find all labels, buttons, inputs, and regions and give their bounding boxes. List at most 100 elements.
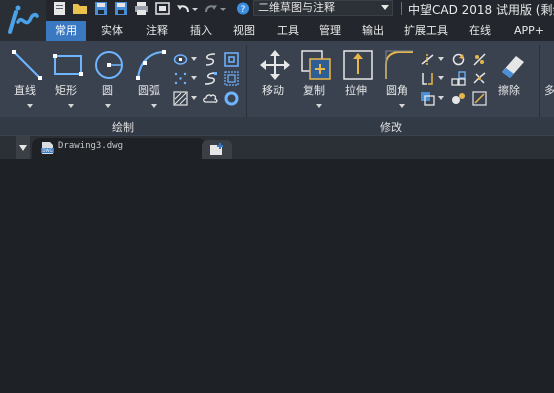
- new-drawing-tab-button[interactable]: [202, 140, 232, 159]
- dwg-file-icon-text: DWG: [42, 148, 52, 153]
- offset-icon[interactable]: [420, 91, 435, 106]
- stretch-icon: [343, 50, 373, 80]
- circle-icon: [95, 51, 123, 79]
- rectangle-label: 矩形: [55, 84, 77, 97]
- title-divider: [401, 2, 402, 15]
- tab-online[interactable]: 在线: [460, 21, 500, 41]
- tab-solid[interactable]: 实体: [92, 21, 132, 41]
- document-tab-menu[interactable]: [16, 136, 30, 159]
- redo-dropdown-icon[interactable]: [219, 1, 227, 16]
- array-icon[interactable]: [451, 71, 466, 86]
- line-label: 直线: [14, 84, 36, 97]
- erase-tool-button[interactable]: [494, 46, 526, 112]
- overflow-panel-label[interactable]: 多: [544, 82, 554, 98]
- fillet-icon: [385, 50, 413, 79]
- chevron-down-icon[interactable]: [151, 104, 157, 108]
- tab-annotate[interactable]: 注释: [137, 21, 177, 41]
- help-icon[interactable]: ?: [236, 1, 250, 16]
- hatch-icon[interactable]: [173, 91, 188, 106]
- modify-panel-title[interactable]: 修改: [380, 119, 402, 135]
- scale-icon[interactable]: [472, 52, 487, 67]
- arc-icon: [136, 50, 166, 80]
- tab-view[interactable]: 视图: [224, 21, 264, 41]
- dwg-file-icon: DWG: [41, 142, 54, 154]
- workspace-select-value: 二维草图与注释: [258, 1, 335, 14]
- chevron-down-icon[interactable]: [27, 104, 33, 108]
- join-icon[interactable]: [451, 91, 466, 106]
- tab-app-plus[interactable]: APP+: [506, 21, 552, 41]
- tab-tools[interactable]: 工具: [268, 21, 308, 41]
- undo-dropdown-icon[interactable]: [191, 1, 199, 16]
- chevron-down-icon[interactable]: [105, 104, 111, 108]
- copy-label: 复制: [303, 84, 325, 97]
- ribbon-tab-row: 常用 实体 注释 插入 视图 工具 管理 输出 扩展工具 在线 APP+: [46, 21, 554, 41]
- fillet-tool-button[interactable]: [380, 46, 416, 112]
- chevron-down-icon[interactable]: [68, 104, 74, 108]
- circle-tool-button[interactable]: [90, 46, 126, 112]
- plot-preview-icon[interactable]: [155, 1, 170, 16]
- rotate-icon[interactable]: [451, 52, 466, 67]
- redo-icon[interactable]: [204, 1, 218, 16]
- circle-label: 圆: [102, 84, 113, 97]
- chevron-down-icon: [381, 5, 389, 10]
- line-icon: [12, 50, 42, 80]
- donut-icon[interactable]: [224, 91, 239, 106]
- eraser-icon: [502, 56, 524, 78]
- stretch-label: 拉伸: [345, 84, 367, 97]
- workspace-select[interactable]: 二维草图与注释: [253, 0, 393, 16]
- spline-icon[interactable]: [203, 52, 218, 67]
- mirror-icon[interactable]: [420, 71, 435, 86]
- point-icon[interactable]: [173, 71, 188, 86]
- new-tab-icon: [210, 143, 223, 155]
- tab-extended-tools[interactable]: 扩展工具: [398, 21, 454, 41]
- rectangle-tool-button[interactable]: [49, 46, 85, 112]
- boundary-icon[interactable]: [224, 71, 239, 86]
- save-as-icon[interactable]: [114, 1, 128, 16]
- zwcad-logo-icon: [8, 5, 39, 34]
- rectangle-icon: [53, 54, 83, 76]
- region-icon[interactable]: [224, 52, 239, 67]
- caret-down-icon: [19, 145, 27, 151]
- document-tab-label: Drawing3.dwg: [58, 141, 124, 151]
- tab-insert[interactable]: 插入: [181, 21, 221, 41]
- chevron-down-icon[interactable]: [438, 76, 444, 80]
- break-icon[interactable]: [472, 91, 487, 106]
- chevron-down-icon[interactable]: [191, 76, 197, 80]
- copy-tool-button[interactable]: [297, 46, 333, 112]
- chevron-down-icon[interactable]: [191, 57, 197, 61]
- new-file-icon[interactable]: [53, 1, 66, 16]
- chevron-down-icon[interactable]: [438, 96, 444, 100]
- move-tool-button[interactable]: [256, 46, 292, 112]
- tab-common[interactable]: 常用: [46, 21, 86, 41]
- tab-output[interactable]: 输出: [353, 21, 393, 41]
- tab-manage[interactable]: 管理: [310, 21, 350, 41]
- panel-title-bar: [0, 117, 554, 135]
- arc-tool-button[interactable]: [132, 46, 168, 112]
- line-tool-button[interactable]: [8, 46, 44, 112]
- arc-label: 圆弧: [138, 84, 160, 97]
- chevron-down-icon[interactable]: [316, 104, 322, 108]
- polyline-icon[interactable]: [203, 71, 218, 86]
- fillet-label: 圆角: [386, 84, 408, 97]
- explode-icon[interactable]: [472, 71, 487, 86]
- move-icon: [260, 50, 290, 80]
- chevron-down-icon[interactable]: [438, 57, 444, 61]
- undo-icon[interactable]: [176, 1, 190, 16]
- copy-icon: [301, 50, 331, 80]
- stretch-tool-button[interactable]: [339, 46, 375, 112]
- document-tab[interactable]: DWG Drawing3.dwg: [32, 138, 206, 159]
- print-icon[interactable]: [134, 1, 149, 16]
- app-logo[interactable]: [0, 0, 46, 41]
- chevron-down-icon[interactable]: [399, 104, 405, 108]
- open-folder-icon[interactable]: [72, 1, 88, 16]
- draw-panel-title[interactable]: 绘制: [112, 119, 134, 135]
- ellipse-icon[interactable]: [173, 52, 188, 67]
- chevron-down-icon[interactable]: [191, 96, 197, 100]
- svg-text:?: ?: [241, 5, 246, 15]
- window-title: 中望CAD 2018 试用版 (剩余: [408, 3, 554, 17]
- save-icon[interactable]: [94, 1, 108, 16]
- revision-cloud-icon[interactable]: [203, 91, 218, 106]
- trim-icon[interactable]: [420, 52, 435, 67]
- erase-label: 擦除: [498, 84, 520, 97]
- drawing-canvas[interactable]: [0, 159, 554, 393]
